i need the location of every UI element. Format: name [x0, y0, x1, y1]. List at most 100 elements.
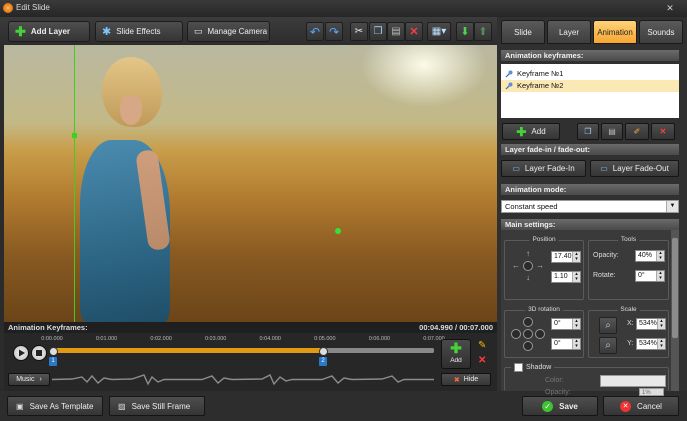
properties-panel: Slide Layer Animation Sounds Animation k…	[497, 17, 687, 396]
stepper-icon[interactable]: ▴ ▾	[572, 339, 580, 349]
checkbox-icon[interactable]	[514, 363, 523, 372]
stepper-icon[interactable]: ▴ ▾	[572, 319, 580, 329]
rotation-3d-b-value: 0°	[554, 340, 561, 347]
pin-icon	[505, 70, 513, 78]
stop-button[interactable]	[31, 345, 47, 361]
copy-icon[interactable]: ❐	[369, 22, 387, 41]
hide-button[interactable]: ✖ Hide	[441, 373, 491, 386]
opacity-input[interactable]: 40% ▴ ▾	[635, 250, 665, 262]
arrow-down-icon[interactable]: ↓	[523, 273, 533, 283]
guide-handle[interactable]	[72, 133, 77, 138]
mode-section-title: Animation mode:	[501, 184, 679, 195]
scrollbar-thumb[interactable]	[672, 238, 678, 338]
add-keyframe-panel-button[interactable]: ✚ Add	[502, 123, 560, 140]
play-button[interactable]	[13, 345, 29, 361]
delete-icon[interactable]: ✕	[405, 22, 423, 41]
brush-icon[interactable]: ✐	[625, 123, 649, 140]
undo-icon[interactable]: ↶	[306, 22, 324, 41]
shadow-color-swatch[interactable]	[600, 375, 666, 387]
move-down-icon[interactable]: ⬇	[456, 22, 474, 41]
time-separator: /	[455, 323, 458, 332]
tick-label: 0:02.000	[150, 336, 172, 342]
manage-camera-button[interactable]: ▭ Manage Camera	[187, 21, 270, 42]
tab-slide[interactable]: Slide	[501, 20, 545, 44]
guide-line[interactable]	[74, 45, 75, 322]
music-button[interactable]: Music ›	[8, 373, 50, 386]
save-label: Save	[559, 401, 578, 411]
tab-layer[interactable]: Layer	[547, 20, 591, 44]
position-y-input[interactable]: 1.10 ▴ ▾	[551, 271, 581, 283]
save-still-frame-button[interactable]: ▨ Save Still Frame	[109, 396, 205, 416]
stepper-icon[interactable]: ▴ ▾	[656, 271, 664, 281]
keyframe-handle-2[interactable]	[319, 347, 328, 356]
zoom-out-icon[interactable]: ⌕	[599, 337, 617, 354]
arrow-left-icon[interactable]: ←	[511, 261, 521, 271]
animation-mode-select[interactable]: Constant speed ▼	[501, 200, 679, 213]
audio-waveform[interactable]	[52, 372, 434, 387]
redo-icon[interactable]: ↷	[325, 22, 343, 41]
timeline-track-remaining[interactable]	[322, 348, 434, 353]
panel-scrollbar[interactable]	[671, 230, 679, 391]
add-keyframe-button[interactable]: ✚ Add	[441, 339, 471, 369]
rotate-3d-center-icon[interactable]	[523, 329, 533, 339]
list-item[interactable]: Keyframe №2	[501, 80, 679, 92]
move-up-icon[interactable]: ⬆	[474, 22, 492, 41]
layer-fade-in-button[interactable]: ▭ Layer Fade-In	[501, 160, 586, 177]
zoom-in-icon[interactable]: ⌕	[599, 317, 617, 334]
save-as-template-button[interactable]: ▣ Save As Template	[7, 396, 103, 416]
scale-y-input[interactable]: 534% ▴ ▾	[636, 338, 666, 350]
rotate-3d-left-icon[interactable]	[511, 329, 521, 339]
copy-keyframe-icon[interactable]: ❐	[577, 123, 599, 140]
stepper-icon[interactable]: ▴ ▾	[657, 319, 665, 329]
arrow-up-icon[interactable]: ↑	[523, 249, 533, 259]
stepper-icon[interactable]: ▴ ▾	[572, 252, 580, 262]
anchor-point[interactable]	[335, 228, 341, 234]
layer-fade-out-button[interactable]: ▭ Layer Fade-Out	[590, 160, 679, 177]
tab-sounds[interactable]: Sounds	[639, 20, 683, 44]
keyframe-handle-1[interactable]	[49, 347, 58, 356]
rotate-label: Rotate:	[593, 272, 616, 279]
rotate-3d-top-icon[interactable]	[523, 317, 533, 327]
center-icon[interactable]	[523, 261, 533, 271]
stepper-icon[interactable]: ▴ ▾	[572, 272, 580, 282]
timeline: 0:00.000 0:01.000 0:02.000 0:03.000 0:04…	[4, 333, 497, 391]
close-window-icon[interactable]: ✕	[664, 2, 676, 14]
cut-icon[interactable]: ✂	[350, 22, 368, 41]
rotation-3d-b-input[interactable]: 0° ▴ ▾	[551, 338, 581, 350]
rotate-input[interactable]: 0° ▴ ▾	[635, 270, 665, 282]
image-icon: ▨	[118, 401, 126, 411]
cancel-button[interactable]: ✕ Cancel	[603, 396, 679, 416]
keyframe-marker-2[interactable]: 2	[319, 357, 327, 366]
delete-keyframe-icon[interactable]: ✕	[478, 355, 486, 366]
tab-animation[interactable]: Animation	[593, 20, 637, 44]
rotate-value: 0°	[638, 272, 645, 279]
slide-preview[interactable]	[4, 45, 497, 322]
photo-figure-face	[120, 95, 142, 125]
paste-keyframe-icon[interactable]: ▤	[601, 123, 623, 140]
rotation-3d-a-input[interactable]: 0° ▴ ▾	[551, 318, 581, 330]
scale-x-input[interactable]: 534% ▴ ▾	[636, 318, 666, 330]
slide-effects-button[interactable]: ✱ Slide Effects	[95, 21, 183, 42]
keyframe-marker-1[interactable]: 1	[49, 357, 57, 366]
keyframe-list[interactable]: Keyframe №1 Keyframe №2	[501, 64, 679, 118]
align-grid-icon[interactable]: ▦▾	[427, 22, 451, 41]
position-x-input[interactable]: 17.40 ▴ ▾	[551, 251, 581, 263]
rotate-3d-right-icon[interactable]	[535, 329, 545, 339]
delete-keyframe-panel-icon[interactable]: ✕	[651, 123, 675, 140]
save-button[interactable]: ✓ Save	[522, 396, 598, 416]
stepper-icon[interactable]: ▴ ▾	[656, 251, 664, 261]
arrow-right-icon[interactable]: →	[535, 261, 545, 271]
hide-icon: ✖	[453, 376, 460, 384]
list-item[interactable]: Keyframe №1	[501, 68, 679, 80]
time-total: 00:07.000	[459, 323, 493, 332]
shadow-toggle[interactable]: Shadow	[511, 363, 555, 372]
rotate-3d-bottom-icon[interactable]	[523, 341, 533, 351]
paste-icon[interactable]: ▤	[387, 22, 405, 41]
edit-pencil-icon[interactable]: ✎	[478, 340, 486, 351]
stepper-icon[interactable]: ▴ ▾	[657, 339, 665, 349]
shadow-opacity-value: 1%	[642, 390, 651, 396]
opacity-label: Opacity:	[593, 252, 619, 259]
time-ruler[interactable]: 0:00.000 0:01.000 0:02.000 0:03.000 0:04…	[41, 336, 444, 346]
shadow-opacity-input[interactable]: 1%	[639, 388, 664, 396]
add-layer-button[interactable]: ✚ Add Layer	[8, 21, 90, 42]
